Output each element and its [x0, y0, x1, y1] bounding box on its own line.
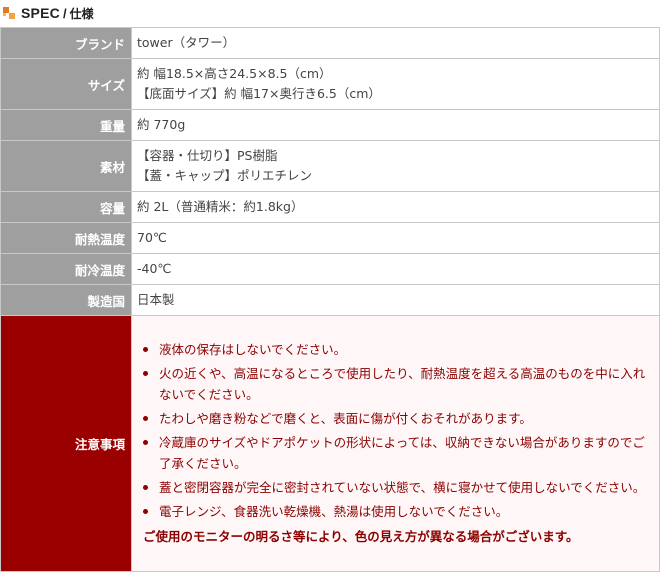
spec-row-heat: 耐熱温度 70℃ [0, 222, 660, 254]
color-notice: ご使用のモニターの明るさ等により、色の見え方が異なる場合がございます。 [143, 528, 579, 544]
origin-value: 日本製 [131, 284, 660, 316]
brand-value: tower（タワー） [131, 27, 660, 59]
origin-label: 製造国 [0, 284, 132, 316]
spec-row-size: サイズ 約 幅18.5×高さ24.5×8.5（cm） 【底面サイズ】約 幅17×… [0, 58, 660, 110]
cold-value: -40℃ [131, 253, 660, 285]
caution-item: たわしや磨き粉などで磨くと、表面に傷が付くおそれがあります。 [140, 408, 653, 429]
caution-item-text: 冷蔵庫のサイズやドアポケットの形状によっては、収納できない場合がありますのでご了… [159, 434, 645, 471]
caution-item-text: たわしや磨き粉などで磨くと、表面に傷が付くおそれがあります。 [159, 410, 532, 426]
section-title: SPEC [21, 5, 60, 21]
material-label: 素材 [0, 140, 132, 192]
brand-label: ブランド [0, 27, 132, 59]
size-line: 約 幅18.5×高さ24.5×8.5（cm） [137, 66, 332, 81]
material-container-line: 【容器・仕切り】PS樹脂 [137, 148, 278, 163]
section-header: SPEC / 仕様 [0, 0, 660, 26]
caution-item-text: 液体の保存はしないでください。 [159, 341, 347, 357]
bullet-icon [143, 439, 148, 445]
section-subtitle: 仕様 [69, 6, 94, 21]
caution-item-text: 電子レンジ、食器洗い乾燥機、熱湯は使用しないでください。 [159, 503, 509, 519]
spec-row-origin: 製造国 日本製 [0, 284, 660, 316]
orange-squares-icon [3, 7, 15, 19]
heat-value: 70℃ [131, 222, 660, 254]
capacity-value: 約 2L（普通精米：約1.8kg） [131, 191, 660, 223]
weight-value: 約 770g [131, 109, 660, 141]
size-label: サイズ [0, 58, 132, 110]
bullet-icon [143, 508, 148, 514]
spec-row-capacity: 容量 約 2L（普通精米：約1.8kg） [0, 191, 660, 223]
caution-item: 蓋と密閉容器が完全に密封されていない状態で、横に寝かせて使用しないでください。 [140, 477, 653, 498]
capacity-label: 容量 [0, 191, 132, 223]
spec-table: ブランド tower（タワー） サイズ 約 幅18.5×高さ24.5×8.5（c… [0, 27, 660, 572]
cold-label: 耐冷温度 [0, 253, 132, 285]
bullet-icon [143, 370, 148, 376]
heat-label: 耐熱温度 [0, 222, 132, 254]
spec-row-brand: ブランド tower（タワー） [0, 27, 660, 59]
size-bottom-line: 【底面サイズ】約 幅17×奥行き6.5（cm） [137, 86, 381, 101]
material-value: 【容器・仕切り】PS樹脂 【蓋・キャップ】ポリエチレン [131, 140, 660, 192]
caution-item: 火の近くや、高温になるところで使用したり、耐熱温度を超える高温のものを中に入れな… [140, 363, 653, 405]
caution-item: 液体の保存はしないでください。 [140, 339, 653, 360]
spec-row-cold: 耐冷温度 -40℃ [0, 253, 660, 285]
caution-list: 液体の保存はしないでください。 火の近くや、高温になるところで使用したり、耐熱温… [140, 339, 653, 522]
caution-item: 電子レンジ、食器洗い乾燥機、熱湯は使用しないでください。 [140, 501, 653, 522]
caution-label: 注意事項 [0, 315, 132, 572]
spec-row-material: 素材 【容器・仕切り】PS樹脂 【蓋・キャップ】ポリエチレン [0, 140, 660, 192]
material-lid-line: 【蓋・キャップ】ポリエチレン [137, 168, 313, 183]
title-separator: / [62, 5, 67, 21]
size-value: 約 幅18.5×高さ24.5×8.5（cm） 【底面サイズ】約 幅17×奥行き6… [131, 58, 660, 110]
spec-row-caution: 注意事項 液体の保存はしないでください。 火の近くや、高温になるところで使用した… [0, 315, 660, 572]
caution-item-text: 蓋と密閉容器が完全に密封されていない状態で、横に寝かせて使用しないでください。 [159, 479, 646, 495]
bullet-icon [143, 415, 148, 421]
bullet-icon [143, 484, 148, 490]
bullet-icon [143, 346, 148, 352]
caution-item: 冷蔵庫のサイズやドアポケットの形状によっては、収納できない場合がありますのでご了… [140, 432, 653, 474]
caution-item-text: 火の近くや、高温になるところで使用したり、耐熱温度を超える高温のものを中に入れな… [159, 365, 646, 402]
spec-row-weight: 重量 約 770g [0, 109, 660, 141]
weight-label: 重量 [0, 109, 132, 141]
caution-value: 液体の保存はしないでください。 火の近くや、高温になるところで使用したり、耐熱温… [131, 315, 660, 572]
